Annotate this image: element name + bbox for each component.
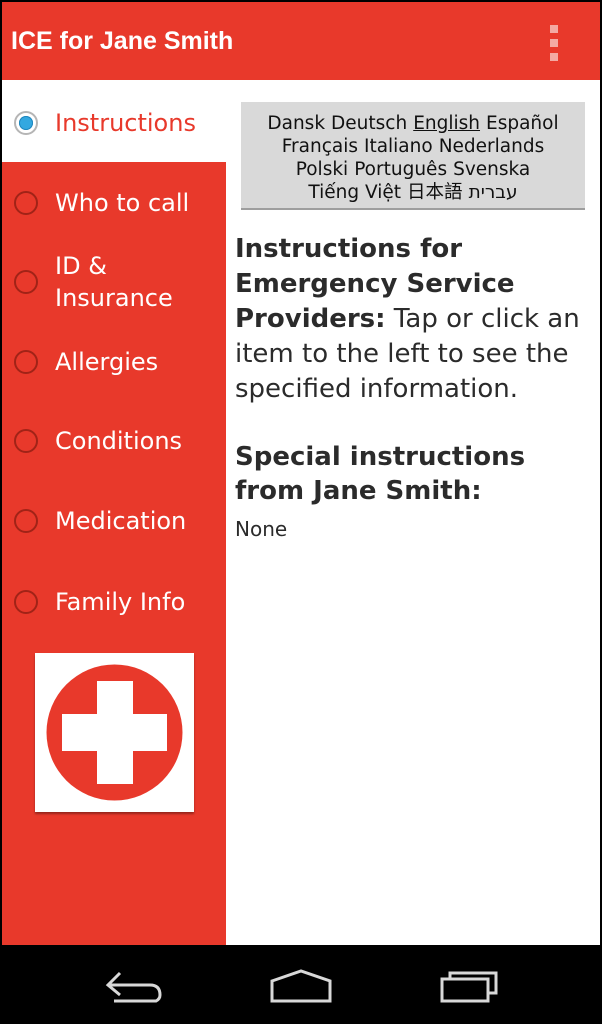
- sidebar-item-label: Conditions: [55, 427, 183, 455]
- radio-icon[interactable]: [14, 191, 38, 215]
- language-row: Français Italiano Nederlands: [241, 135, 585, 158]
- app-screen: ICE for Jane Smith Instructions Who to c…: [2, 2, 600, 945]
- recent-apps-icon: [440, 971, 498, 1003]
- sidebar-item-medication[interactable]: Medication: [2, 480, 226, 560]
- language-link-dansk[interactable]: Dansk: [267, 112, 325, 135]
- language-link-espanol[interactable]: Español: [486, 112, 559, 135]
- sidebar-item-label-line2: Insurance: [55, 284, 173, 312]
- language-link-italiano[interactable]: Italiano: [364, 135, 433, 158]
- language-row: Polski Português Svenska: [241, 158, 585, 181]
- language-link-portugues[interactable]: Português: [354, 158, 447, 181]
- home-icon: [270, 969, 332, 1003]
- content-panel: Instructions for Emergency Service Provi…: [235, 232, 590, 542]
- radio-icon[interactable]: [14, 270, 38, 294]
- sidebar: Instructions Who to call ID & Insurance …: [2, 80, 226, 945]
- action-bar: ICE for Jane Smith: [2, 2, 600, 80]
- sidebar-item-label: Family Info: [55, 588, 186, 616]
- language-selector: Dansk Deutsch English Español Français Itali…: [241, 102, 585, 210]
- sidebar-item-label: Instructions: [55, 109, 196, 137]
- sidebar-item-instructions[interactable]: Instructions: [2, 80, 226, 162]
- language-link-deutsch[interactable]: Deutsch: [331, 112, 407, 135]
- sidebar-item-label: Medication: [55, 507, 187, 535]
- back-icon: [105, 971, 162, 1003]
- sidebar-item-id-insurance[interactable]: ID & Insurance: [2, 240, 226, 320]
- sidebar-item-label: Allergies: [55, 348, 159, 376]
- radio-icon[interactable]: [14, 429, 38, 453]
- home-button[interactable]: [266, 963, 336, 1007]
- language-link-hebrew[interactable]: עברית: [469, 181, 518, 204]
- language-link-francais[interactable]: Français: [282, 135, 358, 158]
- sidebar-item-label: Who to call: [55, 189, 190, 217]
- radio-icon[interactable]: [14, 509, 38, 533]
- language-link-nederlands[interactable]: Nederlands: [439, 135, 545, 158]
- sidebar-item-family-info[interactable]: Family Info: [2, 560, 226, 642]
- language-link-vietnamese[interactable]: Tiếng Việt: [308, 181, 401, 204]
- special-instructions-value: None: [235, 517, 288, 541]
- language-link-polski[interactable]: Polski: [296, 158, 348, 181]
- language-link-japanese[interactable]: 日本語: [407, 181, 463, 204]
- red-cross-icon: [46, 664, 183, 801]
- sidebar-item-who-to-call[interactable]: Who to call: [2, 162, 226, 240]
- language-link-svenska[interactable]: Svenska: [453, 158, 530, 181]
- radio-icon[interactable]: [14, 590, 38, 614]
- recent-apps-button[interactable]: [436, 963, 506, 1007]
- radio-selected-icon[interactable]: [14, 111, 38, 135]
- language-row: Dansk Deutsch English Español: [241, 112, 585, 135]
- sidebar-item-allergies[interactable]: Allergies: [2, 320, 226, 400]
- overflow-menu-icon[interactable]: [540, 20, 568, 66]
- app-title: ICE for Jane Smith: [11, 27, 234, 55]
- system-navigation-bar: [0, 945, 602, 1024]
- sidebar-item-conditions[interactable]: Conditions: [2, 400, 226, 480]
- language-row: Tiếng Việt 日本語 עברית: [241, 181, 585, 204]
- sidebar-item-label: ID &: [55, 252, 107, 280]
- special-instructions-heading: Special instructions from Jane Smith:: [235, 442, 526, 506]
- radio-icon[interactable]: [14, 350, 38, 374]
- red-cross-logo: [35, 653, 194, 812]
- language-link-english[interactable]: English: [413, 112, 480, 135]
- instructions-paragraph: Instructions for Emergency Service Provi…: [235, 232, 590, 407]
- back-button[interactable]: [100, 963, 170, 1007]
